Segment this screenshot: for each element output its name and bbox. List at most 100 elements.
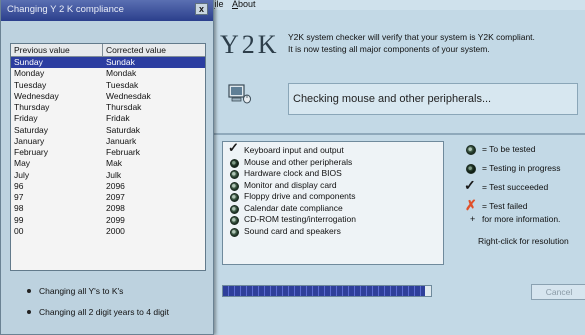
table-row[interactable]: 96 2096 <box>11 181 205 192</box>
dark-dot-icon <box>464 163 478 175</box>
dialog-title: Changing Y 2 K compliance <box>7 4 124 15</box>
test-item: ✓ Keyboard input and output <box>223 140 443 157</box>
corrected-value-cell: Tuesdak <box>106 79 139 90</box>
checkmark-icon: ✓ <box>464 177 476 193</box>
grey-dot-icon <box>464 144 478 156</box>
table-row[interactable]: Tuesday Tuesdak <box>11 80 205 91</box>
bullet-icon <box>27 310 31 314</box>
corrected-value-cell: Saturdak <box>106 124 141 135</box>
bullet-text: Changing all 2 digit years to 4 digit <box>39 307 169 317</box>
plus-icon: + <box>470 214 476 224</box>
y2k-logo: Y2K <box>220 30 280 59</box>
previous-value-cell: Friday <box>14 113 38 124</box>
cancel-button[interactable]: Cancel <box>531 284 585 300</box>
test-item: Hardware clock and BIOS <box>223 168 443 180</box>
corrected-value-cell: Sundak <box>106 57 135 67</box>
grey-dot-icon <box>228 168 240 179</box>
legend-label: = To be tested <box>482 144 536 154</box>
previous-value-cell: Sunday <box>14 57 43 67</box>
close-button[interactable]: x <box>195 3 208 15</box>
grey-dot-icon <box>228 180 240 191</box>
column-header-corrected[interactable]: Corrected value <box>103 44 166 56</box>
legend-label: = Test failed <box>482 201 528 211</box>
corrected-value-cell: Mondak <box>106 68 137 79</box>
corrected-value-cell: Julk <box>106 169 122 180</box>
table-row[interactable]: July Julk <box>11 170 205 181</box>
previous-value-cell: Wednesday <box>14 90 59 101</box>
table-row[interactable]: Monday Mondak <box>11 68 205 79</box>
previous-value-cell: 97 <box>14 192 24 202</box>
test-item: Monitor and display card <box>223 180 443 192</box>
previous-value-cell: Tuesday <box>14 79 47 90</box>
test-label: Keyboard input and output <box>244 145 344 155</box>
table-row[interactable]: Sunday Sundak <box>11 57 205 69</box>
test-label: Sound card and speakers <box>244 225 341 236</box>
progress-fill <box>223 286 425 296</box>
previous-value-cell: January <box>14 135 45 146</box>
change-summary: Changing all Y's to K's Changing all 2 d… <box>27 285 169 327</box>
grey-dot-icon <box>228 226 240 237</box>
grey-dot-icon <box>228 214 240 225</box>
table-row[interactable]: Saturday Saturdak <box>11 125 205 136</box>
progress-bar <box>222 285 432 297</box>
table-row[interactable]: Wednesday Wednesdak <box>11 91 205 102</box>
table-row[interactable]: February Februark <box>11 147 205 158</box>
intro-line-2: It is now testing all major components o… <box>288 44 490 54</box>
test-label: Hardware clock and BIOS <box>244 168 342 178</box>
column-header-previous[interactable]: Previous value <box>11 44 103 56</box>
table-row[interactable]: January Januark <box>11 136 205 147</box>
table-row[interactable]: May Mak <box>11 158 205 169</box>
corrected-value-cell: Wednesdak <box>106 90 151 101</box>
corrected-value-cell: 2099 <box>106 214 125 225</box>
legend-more-info: + for more information. <box>464 213 585 225</box>
dark-dot-icon <box>228 157 240 168</box>
red-x-icon: ✗ <box>465 197 477 213</box>
table-header: Previous value Corrected value <box>11 44 205 57</box>
intro-line-1: Y2K system checker will verify that your… <box>288 32 535 42</box>
corrected-value-cell: Mak <box>106 158 123 169</box>
legend-label: = Test succeeded <box>482 182 549 192</box>
test-item: Mouse and other peripherals <box>223 157 443 169</box>
test-item: Floppy drive and components <box>223 191 443 203</box>
status-message: Checking mouse and other peripherals... <box>288 83 578 115</box>
table-row[interactable]: Thursday Thursdak <box>11 102 205 113</box>
previous-value-cell: 00 <box>14 225 24 236</box>
table-row[interactable]: Friday Fridak <box>11 113 205 124</box>
previous-value-cell: 96 <box>14 180 24 191</box>
test-label: Floppy drive and components <box>244 191 356 201</box>
divider <box>206 133 585 135</box>
test-item: Calendar date compliance <box>223 203 443 215</box>
test-item: Sound card and speakers <box>223 226 443 238</box>
corrected-value-cell: Januark <box>106 135 137 146</box>
grey-dot-icon <box>228 191 240 202</box>
test-label: Mouse and other peripherals <box>244 156 353 167</box>
menu-bar: File About <box>206 0 585 10</box>
table-row[interactable]: 00 2000 <box>11 226 205 237</box>
test-list: ✓ Keyboard input and output Mouse and ot… <box>222 141 444 265</box>
legend-succeeded: ✓ = Test succeeded <box>464 177 585 199</box>
legend-to-be-tested: = To be tested <box>464 142 585 161</box>
table-row[interactable]: 99 2099 <box>11 215 205 226</box>
corrected-value-cell: 2098 <box>106 203 125 214</box>
test-item: CD-ROM testing/interrogation <box>223 214 443 226</box>
dialog-titlebar[interactable]: Changing Y 2 K compliance x <box>1 0 213 21</box>
corrected-value-cell: 2096 <box>106 180 125 191</box>
table-row[interactable]: 98 2098 <box>11 203 205 214</box>
previous-value-cell: July <box>14 169 30 180</box>
intro-text: Y2K system checker will verify that your… <box>288 31 578 55</box>
previous-value-cell: February <box>14 147 49 157</box>
corrected-value-cell: Fridak <box>106 113 130 124</box>
test-label: Calendar date compliance <box>244 202 343 213</box>
values-table: Previous value Corrected value Sunday Sun… <box>10 43 206 271</box>
corrected-value-cell: 2097 <box>106 192 125 202</box>
previous-value-cell: 99 <box>14 214 24 225</box>
previous-value-cell: Saturday <box>14 124 49 135</box>
y2k-checker-window: File About Y2K Y2K system checker will v… <box>205 0 585 335</box>
table-row[interactable]: 97 2097 <box>11 192 205 203</box>
legend-label: = Testing in progress <box>482 163 561 173</box>
previous-value-cell: Thursday <box>14 102 50 112</box>
bullet-text: Changing all Y's to K's <box>39 286 124 296</box>
checkmark-icon: ✓ <box>228 140 239 155</box>
menu-about[interactable]: About <box>232 0 256 9</box>
corrected-value-cell: Februark <box>106 147 141 157</box>
